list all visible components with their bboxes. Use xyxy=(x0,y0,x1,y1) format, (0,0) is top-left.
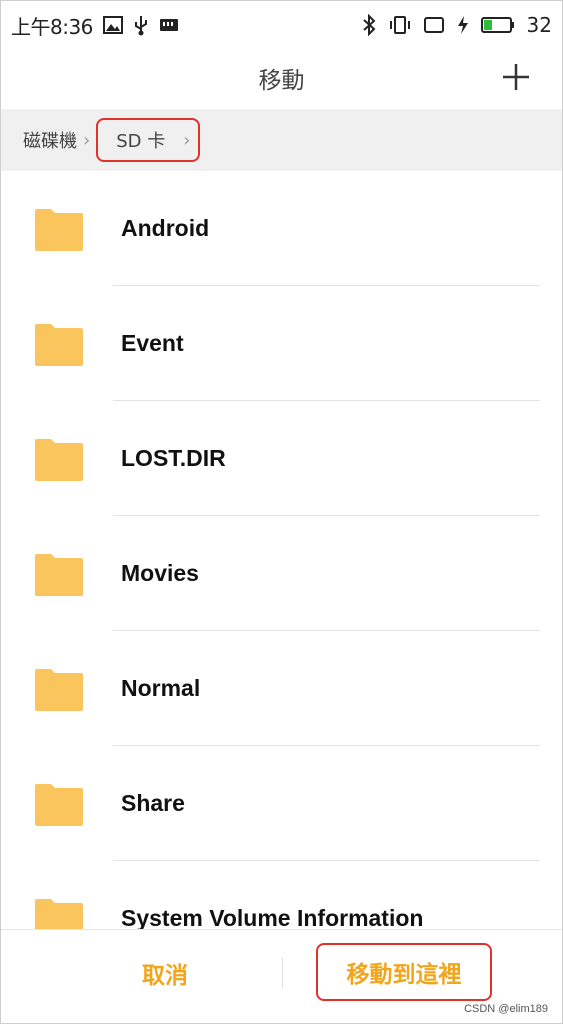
image-icon xyxy=(102,16,123,34)
folder-icon xyxy=(35,784,83,826)
status-time: 上午8:36 xyxy=(11,14,93,39)
vibrate-icon xyxy=(389,14,411,36)
folder-row[interactable]: Android xyxy=(1,171,562,286)
page-title: 移動 xyxy=(258,68,305,94)
move-here-button[interactable]: 移動到這裡 xyxy=(316,943,492,1001)
screen-icon xyxy=(423,16,445,34)
breadcrumb-separator: › xyxy=(83,129,91,151)
battery-level: 32 xyxy=(526,13,552,37)
folder-icon xyxy=(35,669,83,711)
folder-row[interactable]: Share xyxy=(1,746,562,861)
folder-name: Normal xyxy=(121,675,201,701)
title-bar: 移動 xyxy=(1,49,562,109)
usb-icon xyxy=(133,14,149,36)
folder-icon xyxy=(35,209,83,251)
folder-row[interactable]: Movies xyxy=(1,516,562,631)
breadcrumb: 磁碟機 › SD 卡 › xyxy=(1,109,562,171)
charging-icon xyxy=(457,15,469,35)
status-bar: 上午8:36 32 xyxy=(1,1,562,49)
battery-icon xyxy=(480,16,515,34)
breadcrumb-item-drive[interactable]: 磁碟機 xyxy=(23,127,77,153)
folder-row[interactable]: Normal xyxy=(1,631,562,746)
folder-name: Event xyxy=(121,330,184,356)
watermark: CSDN @elim189 xyxy=(464,1003,548,1015)
plus-icon xyxy=(503,64,529,90)
screen: 上午8:36 32 移動 磁碟機 › SD 卡 › Android Event … xyxy=(0,0,563,1024)
folder-row[interactable]: Event xyxy=(1,286,562,401)
folder-name: LOST.DIR xyxy=(121,445,226,471)
breadcrumb-current-label: SD 卡 xyxy=(116,131,166,152)
breadcrumb-separator: › xyxy=(183,129,191,151)
folder-icon xyxy=(35,324,83,366)
breadcrumb-item-sd-card[interactable]: SD 卡 › xyxy=(96,118,201,162)
bluetooth-icon xyxy=(361,14,377,36)
add-folder-button[interactable] xyxy=(500,61,532,93)
divider xyxy=(282,958,283,988)
folder-icon xyxy=(35,554,83,596)
folder-icon xyxy=(35,439,83,481)
folder-name: Share xyxy=(121,790,185,816)
sd-card-icon xyxy=(159,17,179,33)
action-bar: 取消 移動到這裡 CSDN @elim189 xyxy=(1,929,562,1023)
folder-name: Android xyxy=(121,215,210,241)
folder-list: Android Event LOST.DIR Movies Normal Sha… xyxy=(1,171,562,929)
folder-name: Movies xyxy=(121,560,199,586)
cancel-button[interactable]: 取消 xyxy=(111,948,219,998)
folder-icon xyxy=(35,899,83,929)
folder-row[interactable]: LOST.DIR xyxy=(1,401,562,516)
folder-name: System Volume Information xyxy=(121,905,424,929)
folder-row[interactable]: System Volume Information xyxy=(1,861,562,929)
